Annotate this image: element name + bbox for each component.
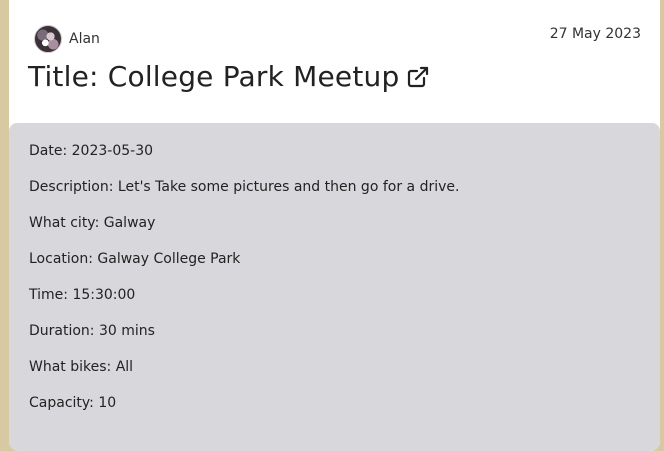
location-label: Location:: [29, 251, 93, 267]
time-field: Time: 15:30:00: [29, 287, 135, 303]
time-label: Time:: [29, 287, 68, 303]
duration-field: Duration: 30 mins: [29, 323, 155, 339]
city-field: What city: Galway: [29, 215, 155, 231]
description-field: Description: Let's Take some pictures an…: [29, 179, 459, 195]
page-title: Title: College Park Meetup: [28, 60, 400, 93]
author: Alan: [34, 25, 100, 53]
capacity-field: Capacity: 10: [29, 395, 116, 411]
description-value: Let's Take some pictures and then go for…: [117, 179, 460, 195]
bikes-field: What bikes: All: [29, 359, 133, 375]
date-value: 2023-05-30: [71, 143, 154, 159]
author-name[interactable]: Alan: [69, 31, 100, 47]
avatar[interactable]: [34, 25, 62, 53]
capacity-value: 10: [98, 395, 117, 411]
post-date: 27 May 2023: [549, 26, 641, 42]
city-label: What city:: [29, 215, 100, 231]
meetup-card: Alan 27 May 2023 Title: College Park Mee…: [9, 0, 660, 451]
city-value: Galway: [103, 215, 156, 231]
title-row: Title: College Park Meetup: [28, 60, 430, 93]
description-label: Description:: [29, 179, 114, 195]
bikes-label: What bikes:: [29, 359, 112, 375]
time-value: 15:30:00: [72, 287, 136, 303]
location-field: Location: Galway College Park: [29, 251, 240, 267]
duration-label: Duration:: [29, 323, 95, 339]
external-link-icon[interactable]: [406, 65, 430, 89]
date-label: Date:: [29, 143, 68, 159]
date-field: Date: 2023-05-30: [29, 143, 153, 159]
duration-value: 30 mins: [98, 323, 155, 339]
capacity-label: Capacity:: [29, 395, 94, 411]
details-panel: Date: 2023-05-30 Description: Let's Take…: [9, 123, 660, 451]
location-value: Galway College Park: [97, 251, 241, 267]
bikes-value: All: [115, 359, 134, 375]
card-header: Alan 27 May 2023 Title: College Park Mee…: [9, 0, 660, 123]
